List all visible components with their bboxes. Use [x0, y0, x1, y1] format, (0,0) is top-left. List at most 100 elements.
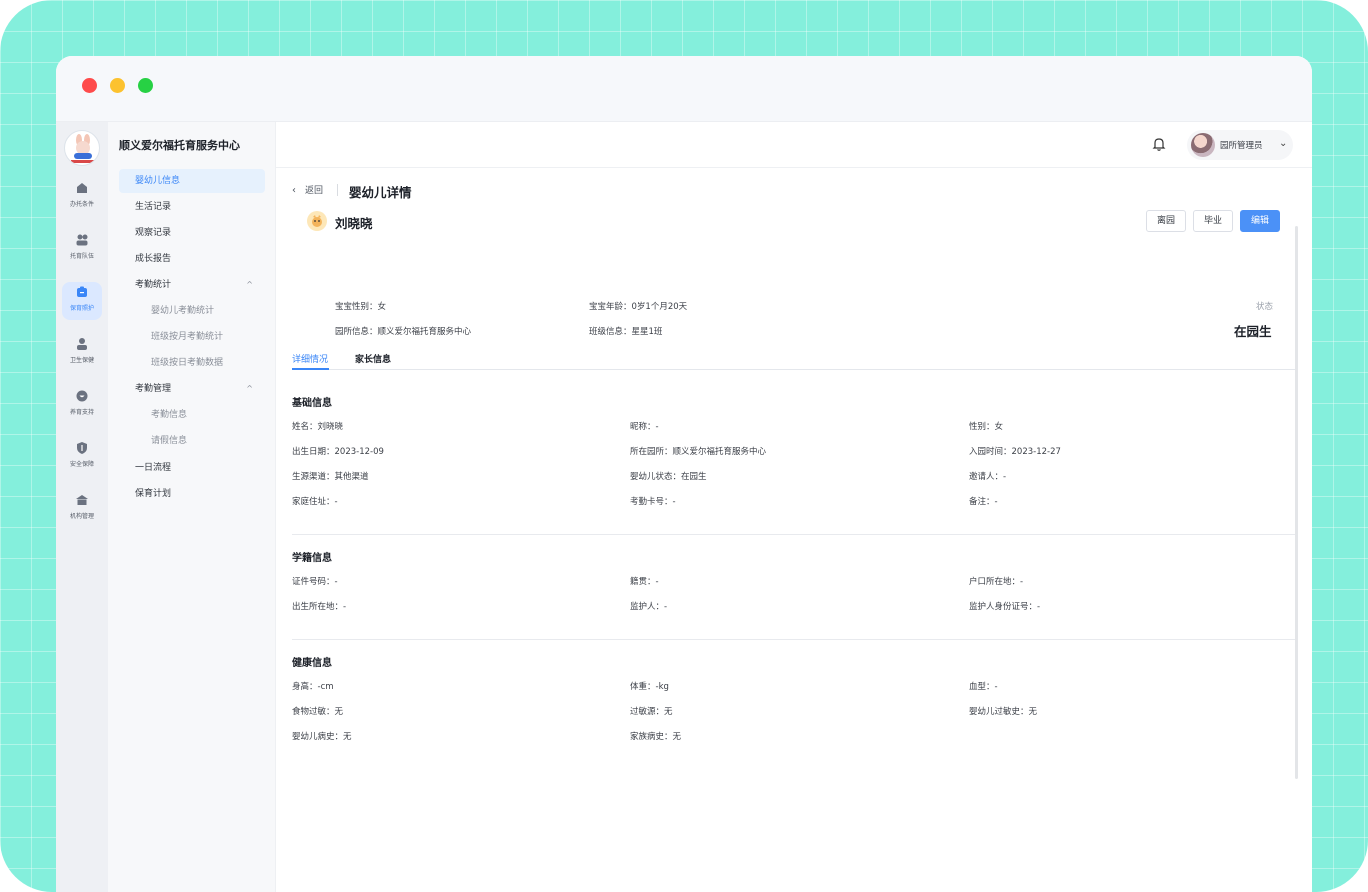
menu-item-life-records[interactable]: 生活记录 — [119, 195, 265, 219]
menu-item-child-attendance[interactable]: 婴幼儿考勤统计 — [119, 299, 265, 323]
field-value: 户口所在地：- — [969, 577, 1024, 587]
edit-button[interactable]: 编辑 — [1240, 210, 1280, 232]
tab-parents[interactable]: 家长信息 — [355, 352, 391, 365]
scrollbar[interactable] — [1295, 226, 1298, 779]
back-button[interactable]: ‹ 返回 — [292, 183, 323, 196]
top-header: 园所管理员 ⌄ — [276, 122, 1312, 168]
field-value: 姓名：刘晓晓 — [292, 422, 344, 432]
user-name: 园所管理员 — [1220, 141, 1263, 151]
rail-item-team[interactable]: 托育队伍 — [62, 230, 102, 268]
avatar — [1191, 133, 1215, 157]
rail-item-health[interactable]: 卫生保健 — [62, 334, 102, 372]
field-value: 生源渠道：其他渠道 — [292, 472, 369, 482]
page-title: 婴幼儿详情 — [349, 185, 412, 200]
summary-gender: 宝宝性别：女 — [335, 302, 387, 312]
rail-item-label: 办托条件 — [69, 201, 94, 208]
section-title-health: 健康信息 — [292, 658, 332, 669]
field-value: 出生所在地：- — [292, 602, 347, 612]
field-value: 出生日期：2023-12-09 — [292, 447, 384, 457]
building-icon — [77, 183, 87, 193]
field-value: 证件号码：- — [292, 577, 338, 587]
health-icon — [77, 338, 87, 350]
user-menu[interactable]: 园所管理员 ⌄ — [1187, 130, 1293, 160]
field-value: 身高：-cm — [292, 682, 334, 692]
rail-item-institution[interactable]: 机构管理 — [62, 490, 102, 528]
field-value: 考勤卡号：- — [630, 497, 676, 507]
shield-icon — [77, 442, 87, 454]
chevron-down-icon: ⌄ — [1279, 138, 1288, 149]
menu-item-class-monthly[interactable]: 班级按月考勤统计 — [119, 325, 265, 349]
title-bar — [56, 56, 1312, 122]
field-value: 性别：女 — [969, 422, 1004, 432]
active-tab-indicator — [292, 368, 329, 370]
rail-item-label: 卫生保健 — [69, 357, 94, 364]
field-value: 所在园所：顺义爱尔福托育服务中心 — [630, 447, 767, 457]
field-value: 婴幼儿状态：在园生 — [630, 472, 707, 482]
detail-tabs: 详细情况 家长信息 — [292, 342, 1295, 370]
menu-item-attendance-info[interactable]: 考勤信息 — [119, 403, 265, 427]
chevron-left-icon: ‹ — [292, 185, 296, 196]
rail-item-label: 机构管理 — [69, 513, 94, 520]
menu-item-child-info[interactable]: 婴幼儿信息 — [119, 169, 265, 193]
care-icon — [77, 286, 87, 297]
field-value: 备注：- — [969, 497, 998, 507]
field-value: 籍贯：- — [630, 577, 659, 587]
field-value: 家庭住址：- — [292, 497, 338, 507]
support-icon — [76, 390, 88, 402]
field-value: 体重：-kg — [630, 682, 669, 692]
divider — [337, 184, 338, 196]
rail-item-label: 托育队伍 — [69, 253, 94, 260]
field-value: 食物过敏：无 — [292, 707, 344, 717]
field-value: 入园时间：2023-12-27 — [969, 447, 1061, 457]
institution-icon — [76, 495, 88, 505]
field-value: 婴幼儿过敏史：无 — [969, 707, 1038, 717]
rail-item-conditions[interactable]: 办托条件 — [62, 178, 102, 216]
graduate-button[interactable]: 毕业 — [1193, 210, 1233, 232]
chevron-up-icon: ^ — [246, 384, 253, 393]
menu-item-growth-report[interactable]: 成长报告 — [119, 247, 265, 271]
section-title-enrollment: 学籍信息 — [292, 553, 332, 564]
close-window-button[interactable] — [82, 78, 97, 93]
field-value: 婴幼儿病史：无 — [292, 732, 352, 742]
module-rail: 办托条件 托育队伍 保育照护 卫生保健 养育支持 安全保障 机构管理 — [56, 122, 108, 892]
rail-item-label: 养育支持 — [69, 409, 94, 416]
field-value: 过敏源：无 — [630, 707, 673, 717]
sidebar-menu: 顺义爱尔福托育服务中心 婴幼儿信息 生活记录 观察记录 成长报告 考勤统计 ^ 婴… — [108, 122, 276, 892]
rail-item-label: 保育照护 — [69, 305, 94, 312]
tab-details[interactable]: 详细情况 — [292, 352, 328, 365]
menu-item-observation[interactable]: 观察记录 — [119, 221, 265, 245]
menu-item-attendance-stats[interactable]: 考勤统计 ^ — [119, 273, 265, 297]
summary-class: 班级信息：星星1班 — [589, 327, 663, 337]
rail-item-care[interactable]: 保育照护 — [62, 282, 102, 320]
maximize-window-button[interactable] — [138, 78, 153, 93]
detail-content: ‹ 返回 婴幼儿详情 刘晓晓 离园 毕业 编辑 宝宝性别：女 宝宝年龄：0岁1个月… — [276, 168, 1312, 892]
field-value: 监护人：- — [630, 602, 668, 612]
field-value: 昵称：- — [630, 422, 659, 432]
team-icon — [76, 234, 88, 246]
menu-item-class-daily[interactable]: 班级按日考勤数据 — [119, 351, 265, 375]
summary-school: 园所信息：顺义爱尔福托育服务中心 — [335, 327, 472, 337]
field-value: 监护人身份证号：- — [969, 602, 1041, 612]
menu-item-attendance-mgmt[interactable]: 考勤管理 ^ — [119, 377, 265, 401]
leave-button[interactable]: 离园 — [1146, 210, 1186, 232]
child-name: 刘晓晓 — [335, 216, 373, 231]
menu-item-daily-flow[interactable]: 一日流程 — [119, 456, 265, 480]
chevron-up-icon: ^ — [246, 280, 253, 289]
menu-item-leave-info[interactable]: 请假信息 — [119, 429, 265, 453]
field-value: 邀请人：- — [969, 472, 1007, 482]
minimize-window-button[interactable] — [110, 78, 125, 93]
section-divider — [292, 534, 1295, 535]
app-logo — [64, 130, 100, 166]
child-avatar-icon — [307, 211, 327, 231]
rail-item-support[interactable]: 养育支持 — [62, 386, 102, 424]
rail-item-label: 安全保障 — [69, 461, 94, 468]
app-window: 办托条件 托育队伍 保育照护 卫生保健 养育支持 安全保障 机构管理 顺义爱尔福… — [56, 56, 1312, 892]
menu-item-care-plan[interactable]: 保育计划 — [119, 482, 265, 506]
rail-item-safety[interactable]: 安全保障 — [62, 438, 102, 476]
field-value: 血型：- — [969, 682, 998, 692]
bell-icon[interactable] — [1151, 136, 1167, 152]
status-label: 状态 — [1256, 302, 1274, 312]
section-title-basic: 基础信息 — [292, 398, 332, 409]
status-value: 在园生 — [1234, 324, 1272, 339]
org-name: 顺义爱尔福托育服务中心 — [119, 139, 240, 152]
